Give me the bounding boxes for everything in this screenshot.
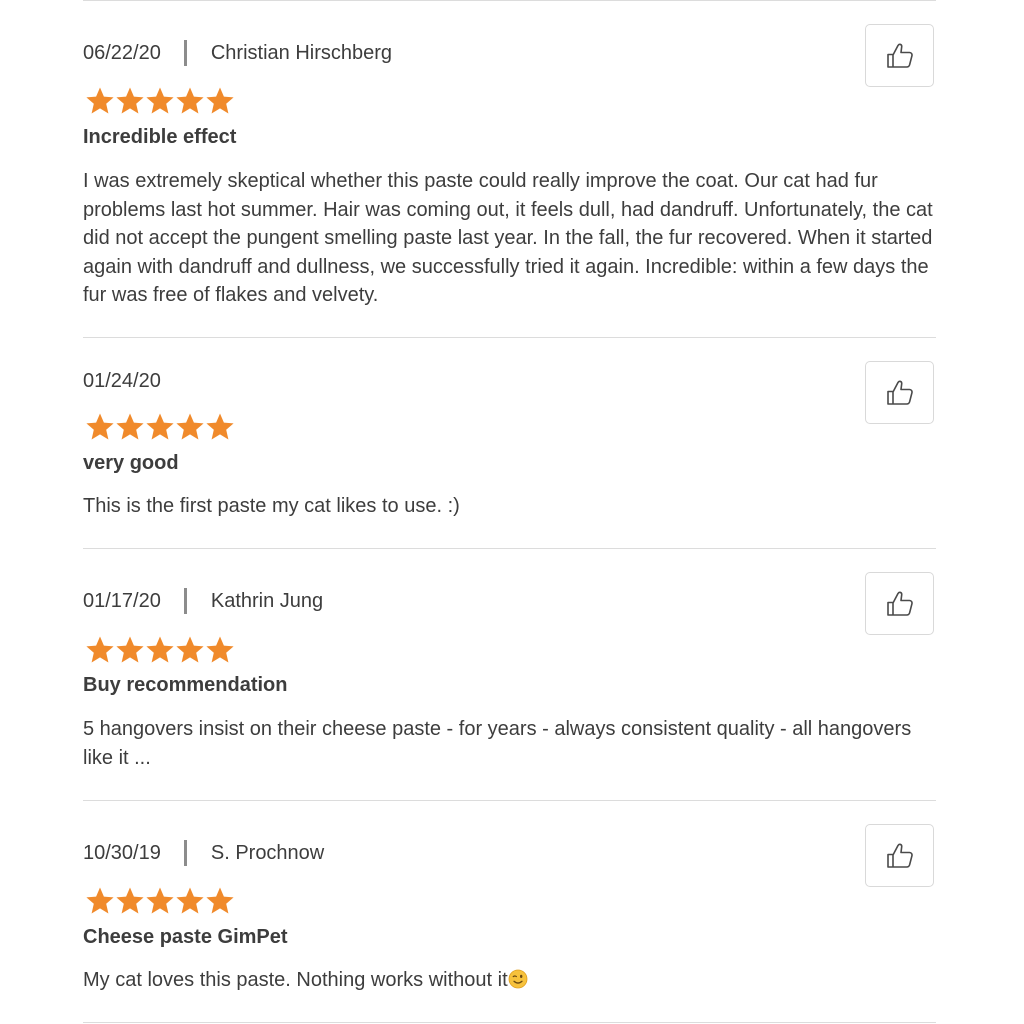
thumbs-up-icon [885, 378, 915, 408]
review-line: problems last hot summer. Hair was comin… [83, 198, 933, 221]
meta-separator [183, 588, 187, 614]
review-line: fur was free of flakes and velvety. [83, 284, 379, 306]
star-icon [86, 87, 114, 114]
review-line: like it ... [83, 746, 151, 769]
star-icon [116, 887, 144, 914]
review-line: I was extremely skeptical whether this p… [83, 170, 878, 192]
divider [83, 337, 936, 338]
review-meta: 06/22/20 Christian Hirschberg [83, 38, 392, 68]
review-body: My cat loves this paste. Nothing works w… [83, 966, 943, 995]
star-icon [206, 413, 234, 440]
thumbs-up-icon [885, 41, 915, 71]
star-rating [85, 86, 235, 118]
divider [83, 800, 936, 801]
review-meta: 10/30/19 S. Prochnow [83, 838, 324, 868]
star-icon [206, 636, 234, 663]
star-icon [116, 87, 144, 114]
divider [83, 0, 936, 1]
review-body: This is the first paste my cat likes to … [83, 492, 943, 521]
review-title: very good [83, 452, 179, 474]
review-line-text: My cat loves this paste. Nothing works w… [83, 969, 508, 991]
star-icon [176, 887, 204, 914]
review-line: My cat loves this paste. Nothing works w… [83, 966, 943, 995]
review-line: again with dandruff and dullness, we suc… [83, 255, 929, 278]
review-date: 10/30/19 [83, 841, 161, 864]
star-icon [146, 87, 174, 114]
star-icon [116, 636, 144, 663]
like-button[interactable] [865, 824, 934, 887]
star-icon [176, 87, 204, 114]
meta-separator [183, 840, 187, 866]
review-title: Buy recommendation [83, 674, 288, 696]
star-icon [86, 887, 114, 914]
meta-separator [183, 40, 187, 66]
review-meta: 01/24/20 [83, 366, 161, 396]
review-date: 01/17/20 [83, 589, 161, 612]
star-icon [176, 636, 204, 663]
like-button[interactable] [865, 572, 934, 635]
review-body: 5 hangovers insist on their cheese paste… [83, 715, 943, 772]
thumbs-up-icon [885, 589, 915, 619]
star-rating [85, 886, 235, 918]
star-icon [86, 413, 114, 440]
star-icon [206, 887, 234, 914]
review-date: 01/24/20 [83, 369, 161, 392]
review-line: This is the first paste my cat likes to … [83, 495, 460, 517]
review-body: I was extremely skeptical whether this p… [83, 167, 943, 310]
star-icon [146, 413, 174, 440]
star-icon [206, 87, 234, 114]
review-author: S. Prochnow [210, 841, 325, 864]
winking-face-emoji [508, 969, 528, 989]
star-rating [85, 412, 235, 444]
review-title: Cheese paste GimPet [83, 926, 288, 948]
review-date: 06/22/20 [83, 41, 161, 64]
star-icon [146, 636, 174, 663]
like-button[interactable] [865, 24, 934, 87]
review-author: Kathrin Jung [210, 589, 324, 612]
review-line: did not accept the pungent smelling past… [83, 227, 933, 249]
star-icon [86, 636, 114, 663]
review-author: Christian Hirschberg [210, 41, 393, 64]
like-button[interactable] [865, 361, 934, 424]
review-line: 5 hangovers insist on their cheese paste… [83, 718, 912, 740]
divider [83, 548, 936, 549]
review-title: Incredible effect [83, 126, 237, 148]
star-icon [116, 413, 144, 440]
divider [83, 1022, 936, 1023]
star-icon [176, 413, 204, 440]
star-rating [85, 635, 235, 667]
reviews-page: 06/22/20 Christian Hirschberg Incredible… [0, 0, 1024, 1024]
star-icon [146, 887, 174, 914]
thumbs-up-icon [885, 841, 915, 871]
review-meta: 01/17/20 Kathrin Jung [83, 586, 323, 616]
